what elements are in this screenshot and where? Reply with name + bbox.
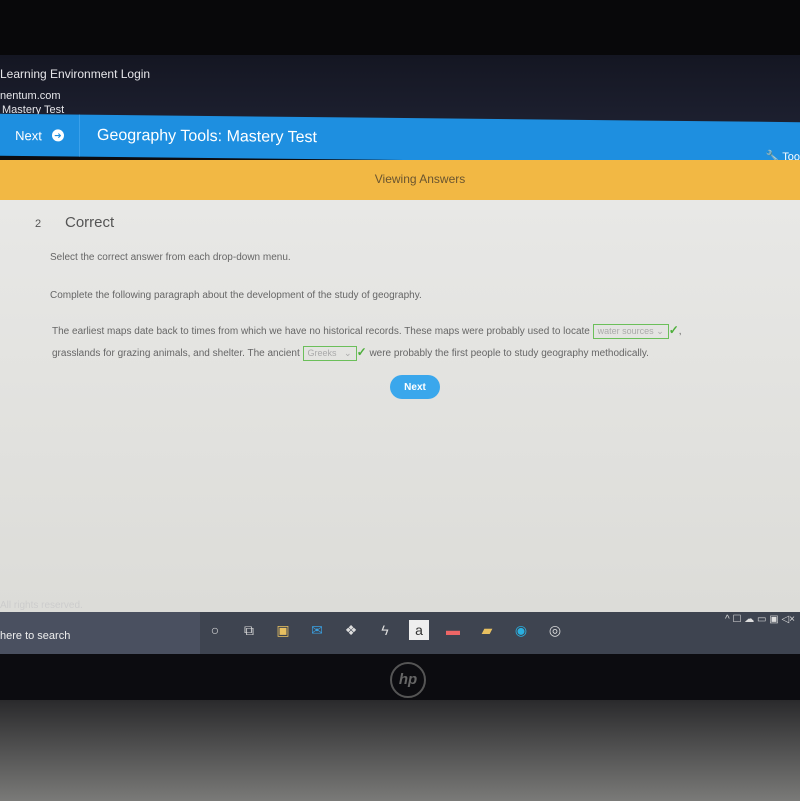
next-button[interactable]: Next <box>390 375 440 399</box>
chevron-down-icon: ⌄ <box>656 325 664 336</box>
check-icon: ✓ <box>668 323 679 337</box>
cortana-icon[interactable]: ○ <box>205 620 225 640</box>
viewing-answers-banner: Viewing Answers <box>0 160 800 200</box>
system-tray[interactable]: ^ ☐ ☁ ▭ ▣ ◁× <box>725 614 795 625</box>
check-icon: ✓ <box>356 345 367 359</box>
taskbar-search[interactable]: here to search <box>0 612 200 654</box>
app-icon-2[interactable]: ◎ <box>545 620 565 640</box>
dropdown-1[interactable]: water sources ⌄ <box>592 323 669 339</box>
arrow-right-icon: ➜ <box>51 129 64 142</box>
store-icon[interactable]: ▣ <box>273 620 293 640</box>
question-paragraph: The earliest maps date back to times fro… <box>52 323 682 361</box>
text-2: grasslands for grazing animals, and shel… <box>52 348 300 359</box>
dropbox-icon[interactable]: ❖ <box>341 620 361 640</box>
url-text[interactable]: nentum.com <box>0 90 61 102</box>
screen-bezel <box>0 0 800 60</box>
header-bar: Next ➜ Geography Tools: Mastery Test 🔧 To… <box>0 113 800 165</box>
dropdown-2[interactable]: Greeks ⌄ <box>302 345 357 361</box>
text-3: were probably the first people to study … <box>369 348 649 359</box>
file-explorer-icon[interactable]: ▰ <box>477 620 497 640</box>
instruction: Select the correct answer from each drop… <box>50 252 291 263</box>
text-1: The earliest maps date back to times fro… <box>52 326 590 337</box>
edge-icon[interactable]: ◉ <box>511 620 531 640</box>
dropdown-2-value: Greeks <box>307 347 337 358</box>
page-title: Geography Tools: Mastery Test <box>97 126 317 147</box>
copyright: All rights reserved. <box>0 600 83 611</box>
lightning-icon[interactable]: ϟ <box>375 620 395 640</box>
tab-title[interactable]: Learning Environment Login <box>0 67 150 81</box>
next-label: Next <box>15 127 42 143</box>
mail-icon[interactable]: ✉ <box>307 620 327 640</box>
question-number: 2 <box>35 218 42 230</box>
prompt: Complete the following paragraph about t… <box>50 290 422 301</box>
app-icon[interactable]: ▬ <box>443 620 463 640</box>
status-label: Correct <box>65 214 115 231</box>
header-next-button[interactable]: Next ➜ <box>0 113 80 157</box>
amazon-icon[interactable]: a <box>409 620 429 640</box>
question-panel: 2 Correct Select the correct answer from… <box>0 200 800 615</box>
taskbar: here to search ○ ⧉ ▣ ✉ ❖ ϟ a ▬ ▰ ◉ ◎ ^ ☐… <box>0 612 800 654</box>
dropdown-1-value: water sources <box>597 325 654 336</box>
chevron-down-icon: ⌄ <box>344 347 352 358</box>
laptop-keyboard-area <box>0 700 800 801</box>
hp-logo: hp <box>390 662 426 698</box>
task-view-icon[interactable]: ⧉ <box>239 620 259 640</box>
